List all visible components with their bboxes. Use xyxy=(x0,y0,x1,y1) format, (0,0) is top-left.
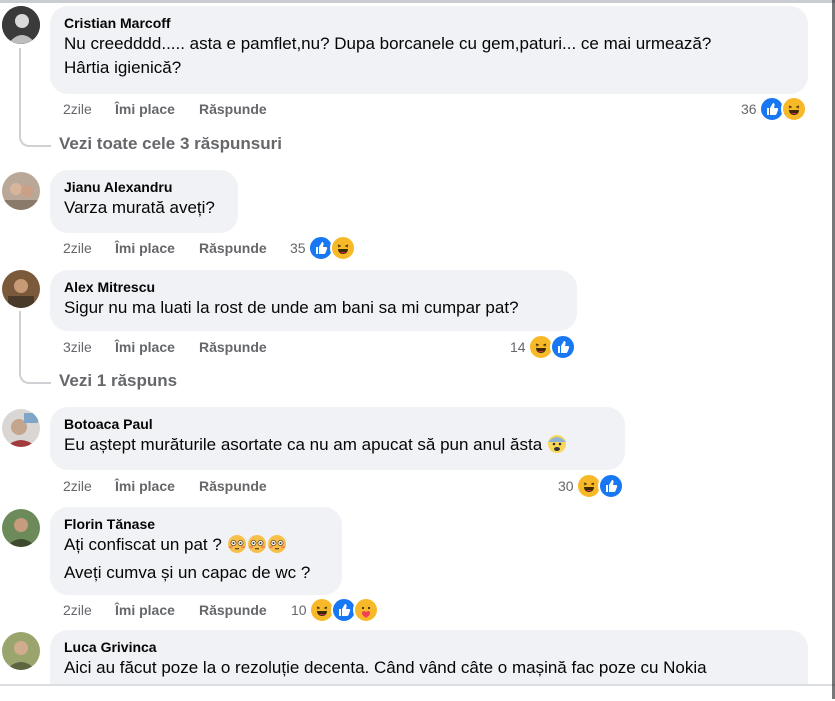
like-button[interactable]: Îmi place xyxy=(115,99,175,119)
comment-author[interactable]: Luca Grivinca xyxy=(64,638,794,656)
like-button[interactable]: Îmi place xyxy=(115,238,175,258)
flushed-face-emoji xyxy=(227,534,247,561)
reaction-count: 14 xyxy=(510,339,526,355)
comment-bubble: Botoaca Paul Eu aștept murăturile asorta… xyxy=(50,407,625,470)
comment-time[interactable]: 2zile xyxy=(63,99,92,119)
laughing-face-icon xyxy=(780,96,807,122)
comment-text-line: Aveți cumva și un capac de wc ? xyxy=(64,563,311,582)
reaction-summary[interactable]: 14 xyxy=(510,334,576,360)
comment-bubble: Florin Tănase Ați confiscat un pat ? Ave… xyxy=(50,507,342,595)
comment-bubble: Cristian Marcoff Nu creedddd..... asta e… xyxy=(50,6,808,94)
reaction-count: 10 xyxy=(291,602,307,618)
comment-author[interactable]: Jianu Alexandru xyxy=(64,178,224,196)
comment-author[interactable]: Alex Mitrescu xyxy=(64,278,563,296)
view-replies-link[interactable]: Vezi 1 răspuns xyxy=(59,371,177,391)
comment-time[interactable]: 2zile xyxy=(63,238,92,258)
reply-button[interactable]: Răspunde xyxy=(199,476,267,496)
comment-text-row: Eu aștept murăturile asortate ca nu am a… xyxy=(64,433,611,461)
fearful-face-emoji xyxy=(547,434,567,461)
top-border xyxy=(0,0,835,3)
like-button[interactable]: Îmi place xyxy=(115,337,175,357)
thumbs-up-icon xyxy=(549,334,576,360)
reaction-summary[interactable]: 36 xyxy=(741,96,807,122)
comment-bubble: Jianu Alexandru Varza murată aveți? xyxy=(50,170,238,233)
like-button[interactable]: Îmi place xyxy=(115,600,175,620)
comment-text-line: Nu creedddd..... asta e pamflet,nu? Dupa… xyxy=(64,34,712,53)
comment-text-row: Ați confiscat un pat ? xyxy=(64,533,328,561)
comment-time[interactable]: 2zile xyxy=(63,600,92,620)
reaction-summary[interactable]: 35 xyxy=(290,235,356,261)
avatar[interactable] xyxy=(2,270,40,308)
reaction-count: 30 xyxy=(558,478,574,494)
reply-button[interactable]: Răspunde xyxy=(199,337,267,357)
flushed-face-emoji xyxy=(267,534,287,561)
avatar[interactable] xyxy=(2,172,40,210)
avatar[interactable] xyxy=(2,632,40,670)
comment-text-line: Aici au făcut poze la o rezoluție decent… xyxy=(64,658,707,677)
comment-text-line: Sigur nu ma luati la rost de unde am ban… xyxy=(64,298,519,317)
comment-bubble: Alex Mitrescu Sigur nu ma luati la rost … xyxy=(50,270,577,331)
comment-text-line: Varza murată aveți? xyxy=(64,198,215,217)
thread-connector xyxy=(19,311,51,384)
avatar[interactable] xyxy=(2,6,40,44)
comment-author[interactable]: Cristian Marcoff xyxy=(64,14,794,32)
comment-text-line: Ați confiscat un pat ? xyxy=(64,535,222,554)
comment-text-line: Hârtia igienică? xyxy=(64,58,182,77)
view-replies-link[interactable]: Vezi toate cele 3 răspunsuri xyxy=(59,134,282,154)
thread-connector xyxy=(19,48,51,147)
care-hug-icon xyxy=(352,597,379,623)
comment-author[interactable]: Botoaca Paul xyxy=(64,415,611,433)
flushed-face-emoji xyxy=(247,534,267,561)
reaction-count: 36 xyxy=(741,101,757,117)
avatar[interactable] xyxy=(2,409,40,447)
reply-button[interactable]: Răspunde xyxy=(199,99,267,119)
comment-text-line: Eu aștept murăturile asortate ca nu am a… xyxy=(64,435,543,454)
thumbs-up-icon xyxy=(597,473,624,499)
comment-time[interactable]: 3zile xyxy=(63,337,92,357)
laughing-face-icon xyxy=(329,235,356,261)
bottom-edge xyxy=(0,684,835,701)
reply-button[interactable]: Răspunde xyxy=(199,600,267,620)
like-button[interactable]: Îmi place xyxy=(115,476,175,496)
reply-button[interactable]: Răspunde xyxy=(199,238,267,258)
reaction-count: 35 xyxy=(290,240,306,256)
avatar[interactable] xyxy=(2,509,40,547)
comment-author[interactable]: Florin Tănase xyxy=(64,515,328,533)
comment-time[interactable]: 2zile xyxy=(63,476,92,496)
reaction-summary[interactable]: 10 xyxy=(291,597,379,623)
reaction-summary[interactable]: 30 xyxy=(558,473,624,499)
